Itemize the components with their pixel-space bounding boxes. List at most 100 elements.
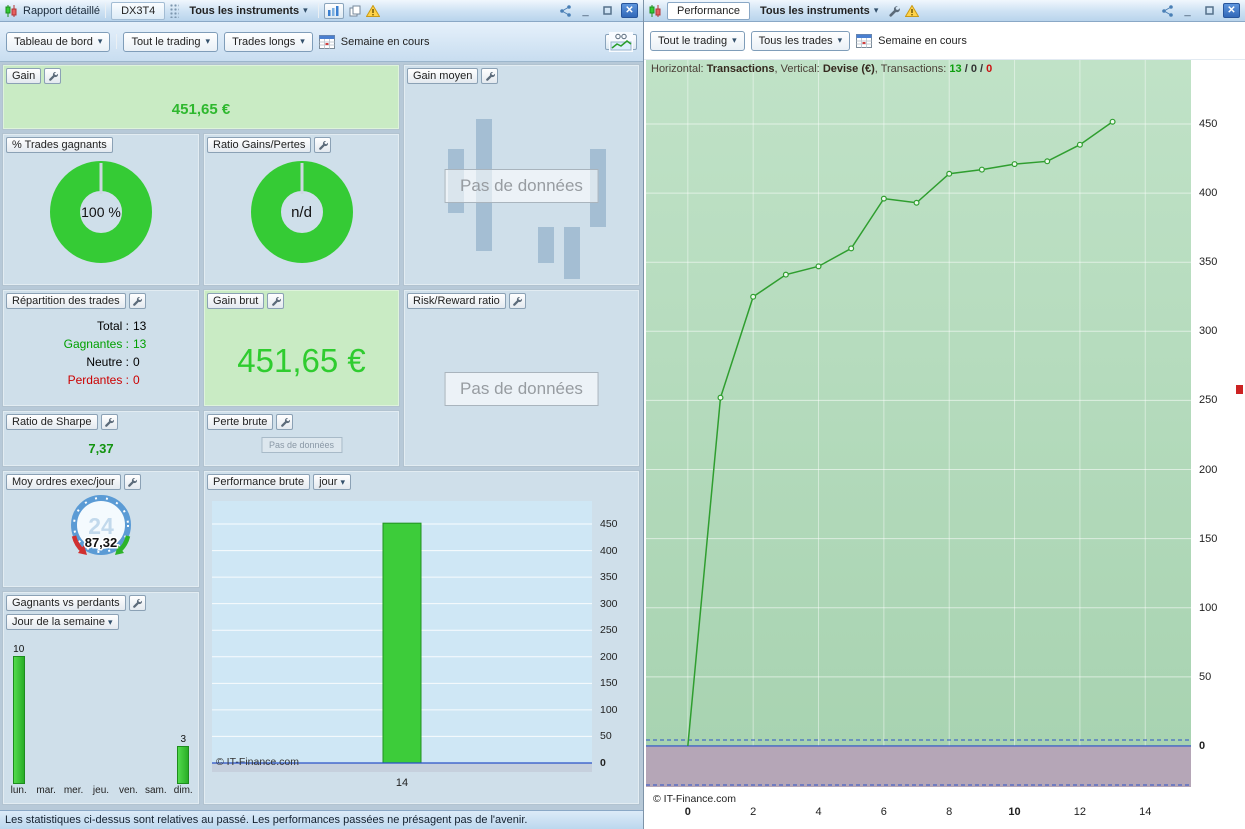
card-perte-brute-label[interactable]: Perte brute xyxy=(207,414,274,430)
wrench-icon[interactable] xyxy=(44,68,62,84)
chart-info-line: Horizontal: Transactions, Vertical: Devi… xyxy=(651,63,992,75)
close-button[interactable]: ✕ xyxy=(1223,3,1240,18)
mini-plot[interactable] xyxy=(212,501,592,772)
card-risk-reward: Risk/Reward ratio Pas de données xyxy=(403,289,640,467)
equity-chart-svg[interactable] xyxy=(646,60,1191,787)
minimize-button[interactable]: _ xyxy=(577,3,594,18)
card-gain-moyen: Gain moyen Pas de données xyxy=(403,64,640,286)
widget-gallery-icon[interactable] xyxy=(605,31,637,52)
chart-report-icon[interactable] xyxy=(323,2,344,19)
vertical-label: , Vertical: xyxy=(774,63,820,75)
neutral-count: 0 xyxy=(970,63,977,75)
close-button[interactable]: ✕ xyxy=(621,3,638,18)
warning-icon[interactable] xyxy=(365,3,380,19)
wrench-icon[interactable] xyxy=(123,474,141,490)
chevron-down-icon: ▾ xyxy=(837,35,843,45)
card-moy-ordres-label[interactable]: Moy ordres exec/jour xyxy=(6,474,121,490)
wrench-icon[interactable] xyxy=(508,293,526,309)
y-tick-label: 300 xyxy=(600,597,618,610)
donut-value: n/d xyxy=(291,204,312,221)
instrument-selector[interactable]: Tous les instruments ▾ xyxy=(184,3,312,19)
trading-filter-label: Tout le trading xyxy=(658,34,728,47)
sharpe-value: 7,37 xyxy=(88,441,114,456)
x-axis-labels: 0 2 4 6 8 10 12 14 xyxy=(646,806,1191,822)
left-titlebar[interactable]: Rapport détaillé DX3T4 Tous les instrume… xyxy=(0,0,643,22)
y-tick-label: 250 xyxy=(1199,394,1218,407)
x-tick-label: 0 xyxy=(684,806,691,818)
card-pct-label[interactable]: % Trades gagnants xyxy=(6,137,113,153)
wrench-icon[interactable] xyxy=(888,3,901,19)
calendar-icon[interactable] xyxy=(856,33,873,49)
trades-filter-label: Trades longs xyxy=(232,35,296,48)
card-gagnants-label[interactable]: Gagnants vs perdants xyxy=(6,595,126,611)
left-toolbar: Tableau de bord ▾ Tout le trading ▾ Trad… xyxy=(0,22,643,62)
horizontal-value: Transactions xyxy=(706,63,775,75)
wrench-icon[interactable] xyxy=(481,68,499,84)
wrench-icon[interactable] xyxy=(128,293,146,309)
detailed-report-window: Rapport détaillé DX3T4 Tous les instrume… xyxy=(0,0,644,829)
donut-value: 100 % xyxy=(81,204,121,220)
trading-filter[interactable]: Tout le trading ▾ xyxy=(650,30,745,51)
card-ratio-gains-pertes: Ratio Gains/Pertes n/d xyxy=(203,133,400,286)
instrument-selector-label: Tous les instruments xyxy=(189,4,300,17)
view-selector[interactable]: Tableau de bord ▾ xyxy=(6,31,111,52)
performance-window: Performance Tous les instruments ▾ _ ✕ T… xyxy=(644,0,1245,829)
weekday-label: ven. xyxy=(118,785,138,796)
card-sharpe-label[interactable]: Ratio de Sharpe xyxy=(6,414,98,430)
weekday-label: jeu. xyxy=(92,785,110,796)
trading-workspace: Rapport détaillé DX3T4 Tous les instrume… xyxy=(0,0,1245,829)
separator: / xyxy=(964,63,968,75)
card-gain-label[interactable]: Gain xyxy=(6,68,42,84)
copy-icon[interactable] xyxy=(349,3,361,19)
card-risk-reward-label[interactable]: Risk/Reward ratio xyxy=(407,293,506,309)
card-performance-brute-label[interactable]: Performance brute xyxy=(207,474,311,490)
separator xyxy=(105,3,107,18)
weekday-bar[interactable] xyxy=(177,746,190,784)
card-repartition-label[interactable]: Répartition des trades xyxy=(6,293,126,309)
tab-performance[interactable]: Performance xyxy=(667,1,750,20)
weekday-column xyxy=(87,640,114,784)
minimize-button[interactable]: _ xyxy=(1179,3,1196,18)
weekday-bar[interactable] xyxy=(12,656,25,784)
status-text: Les statistiques ci-dessus sont relative… xyxy=(5,814,528,826)
card-performance-brute: Performance brute jour ▾ 450 400 350 300 250… xyxy=(203,470,640,805)
calendar-icon[interactable] xyxy=(318,34,335,50)
chevron-down-icon: ▾ xyxy=(108,616,113,627)
x-tick-label: 6 xyxy=(880,806,887,818)
x-tick-label: 14 xyxy=(1139,806,1152,818)
tab-dx3t4[interactable]: DX3T4 xyxy=(111,1,166,20)
view-selector-label: Tableau de bord xyxy=(14,35,93,48)
card-ratio-gp-label[interactable]: Ratio Gains/Pertes xyxy=(207,137,312,153)
share-icon[interactable] xyxy=(1161,3,1174,19)
wrench-icon[interactable] xyxy=(100,414,118,430)
gain-loss-ratio-donut: n/d xyxy=(250,160,354,264)
vertical-value: Devise (€) xyxy=(822,63,875,75)
y-tick-label: 0 xyxy=(1199,739,1206,752)
period-selector[interactable]: jour ▾ xyxy=(313,474,352,490)
wins-count: 13 xyxy=(949,63,962,75)
y-tick-label: 200 xyxy=(600,650,618,663)
maximize-button[interactable] xyxy=(599,3,616,18)
instrument-selector[interactable]: Tous les instruments ▾ xyxy=(755,3,883,19)
right-titlebar[interactable]: Performance Tous les instruments ▾ _ ✕ xyxy=(644,0,1245,22)
mini-chart-svg[interactable] xyxy=(212,501,592,772)
y-tick-label: 350 xyxy=(1199,256,1218,269)
wrench-icon[interactable] xyxy=(314,137,332,153)
warning-icon[interactable] xyxy=(905,3,920,19)
card-gain-brut-label[interactable]: Gain brut xyxy=(207,293,265,309)
wrench-icon[interactable] xyxy=(276,414,294,430)
trades-filter[interactable]: Tous les trades ▾ xyxy=(750,30,851,51)
trades-filter[interactable]: Trades longs ▾ xyxy=(224,31,313,52)
wrench-icon[interactable] xyxy=(267,293,285,309)
maximize-button[interactable] xyxy=(1201,3,1218,18)
x-tick-label: 12 xyxy=(1073,806,1087,818)
drag-grip[interactable] xyxy=(170,3,180,18)
y-tick-label: 450 xyxy=(1199,117,1218,130)
gross-gain-value: 451,65 € xyxy=(237,342,366,379)
share-icon[interactable] xyxy=(559,3,572,19)
card-gain-moyen-label[interactable]: Gain moyen xyxy=(407,68,479,84)
trading-filter[interactable]: Tout le trading ▾ xyxy=(123,31,219,52)
weekday-group-selector[interactable]: Jour de la semaine ▾ xyxy=(6,614,119,630)
copyright: © IT-Finance.com xyxy=(216,756,300,768)
wrench-icon[interactable] xyxy=(128,595,146,611)
